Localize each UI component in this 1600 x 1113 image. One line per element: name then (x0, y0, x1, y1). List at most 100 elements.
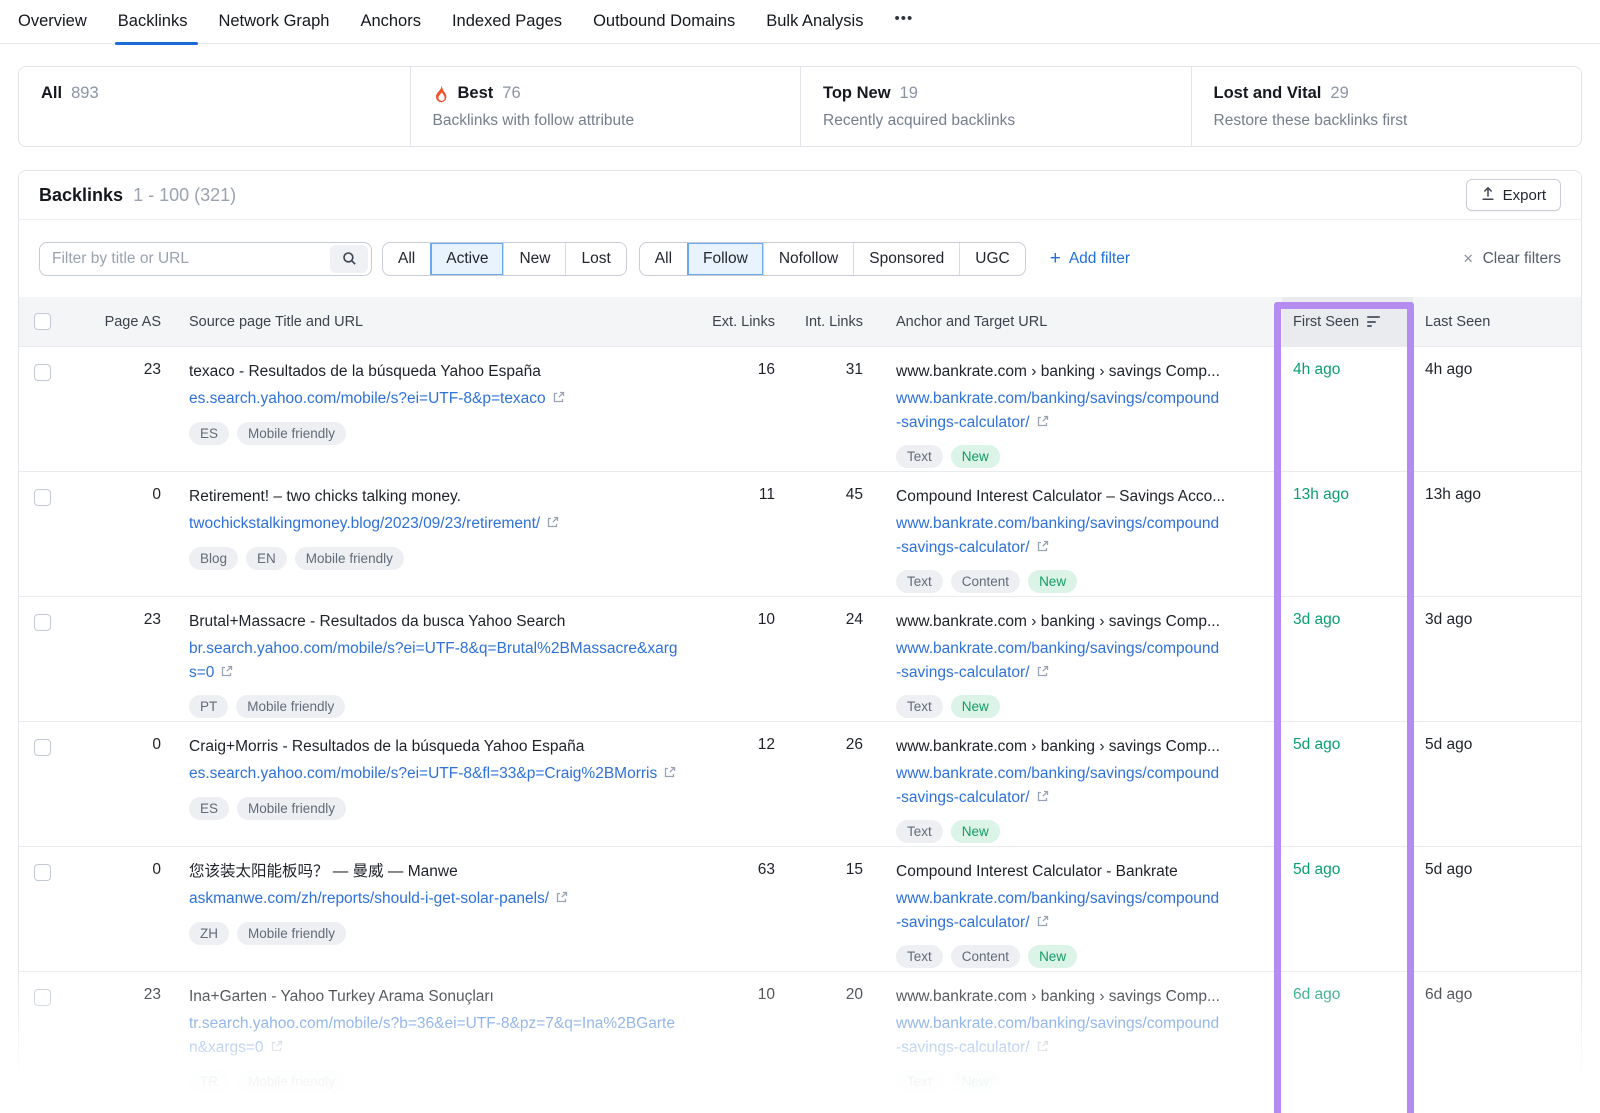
flame-icon (433, 85, 449, 103)
link-type-badge: Text (896, 570, 943, 593)
external-link-icon[interactable] (555, 888, 568, 911)
follow-filter-sponsored[interactable]: Sponsored (853, 243, 959, 275)
anchor-text: Compound Interest Calculator - Bankrate (896, 861, 1268, 883)
tab-indexed-pages[interactable]: Indexed Pages (452, 0, 562, 44)
mobile-friendly-badge: Mobile friendly (237, 922, 346, 945)
row-checkbox[interactable] (34, 364, 51, 381)
external-link-icon[interactable] (1036, 662, 1049, 685)
anchor-text: www.bankrate.com › banking › savings Com… (896, 736, 1268, 758)
panel-title: Backlinks (39, 185, 123, 206)
header-anchor-target: Anchor and Target URL (887, 297, 1282, 346)
tab-anchors[interactable]: Anchors (360, 0, 421, 44)
more-tabs-icon[interactable]: ••• (894, 10, 913, 33)
close-icon: ✕ (1463, 251, 1474, 267)
source-url-link[interactable]: es.search.yahoo.com/mobile/s?ei=UTF-8&fl… (189, 765, 657, 782)
external-link-icon[interactable] (220, 662, 233, 685)
last-seen-value: 5d ago (1413, 722, 1581, 846)
follow-filter-ugc[interactable]: UGC (959, 243, 1024, 275)
page-as-value: 0 (75, 722, 179, 846)
last-seen-value: 5d ago (1413, 847, 1581, 971)
source-url-link[interactable]: br.search.yahoo.com/mobile/s?ei=UTF-8&q=… (189, 640, 677, 680)
language-badge: ES (189, 797, 229, 820)
plus-icon: + (1050, 249, 1061, 268)
status-filter-new[interactable]: New (503, 243, 565, 275)
status-filter-active[interactable]: Active (430, 243, 503, 275)
external-link-icon[interactable] (552, 388, 565, 411)
target-url-link[interactable]: www.bankrate.com/banking/savings/compoun… (896, 1015, 1219, 1055)
card-top-new[interactable]: Top New 19 Recently acquired backlinks (800, 67, 1191, 146)
follow-filter-follow[interactable]: Follow (687, 243, 763, 275)
link-type-badge: Text (896, 820, 943, 843)
select-all-checkbox[interactable] (34, 313, 51, 330)
tab-network-graph[interactable]: Network Graph (218, 0, 329, 44)
external-link-icon[interactable] (546, 513, 559, 536)
table-row: 0 Retirement! – two chicks talking money… (19, 471, 1581, 596)
first-seen-value: 4h ago (1282, 347, 1413, 471)
row-checkbox[interactable] (34, 489, 51, 506)
mobile-friendly-badge: Mobile friendly (295, 547, 404, 570)
row-checkbox[interactable] (34, 989, 51, 1006)
card-lost-and-vital[interactable]: Lost and Vital 29 Restore these backlink… (1191, 67, 1582, 146)
source-url-link[interactable]: askmanwe.com/zh/reports/should-i-get-sol… (189, 890, 549, 907)
external-link-icon[interactable] (1036, 912, 1049, 935)
external-link-icon[interactable] (1036, 412, 1049, 435)
ext-links-value: 12 (699, 722, 799, 846)
source-url-link[interactable]: twochickstalkingmoney.blog/2023/09/23/re… (189, 515, 540, 532)
page-as-value: 0 (75, 847, 179, 971)
header-first-seen[interactable]: First Seen (1282, 297, 1413, 346)
anchor-text: Compound Interest Calculator – Savings A… (896, 486, 1268, 508)
search-input[interactable] (40, 250, 330, 268)
tab-backlinks[interactable]: Backlinks (118, 0, 188, 44)
card-best[interactable]: Best 76 Backlinks with follow attribute (410, 67, 801, 146)
table-row: 0 您该装太阳能板吗？ — 曼威 — Manwe askmanwe.com/zh… (19, 846, 1581, 971)
source-url-link[interactable]: es.search.yahoo.com/mobile/s?ei=UTF-8&p=… (189, 390, 546, 407)
new-badge: New (1028, 570, 1077, 593)
external-link-icon[interactable] (270, 1037, 283, 1060)
target-url-link[interactable]: www.bankrate.com/banking/savings/compoun… (896, 765, 1219, 805)
card-count: 893 (71, 84, 99, 103)
sort-descending-icon (1367, 316, 1380, 327)
source-url-link[interactable]: tr.search.yahoo.com/mobile/s?b=36&ei=UTF… (189, 1015, 675, 1055)
tab-bulk-analysis[interactable]: Bulk Analysis (766, 0, 863, 44)
row-checkbox[interactable] (34, 864, 51, 881)
source-page-title: 您该装太阳能板吗？ — 曼威 — Manwe (189, 861, 679, 883)
card-count: 76 (502, 84, 520, 103)
link-type-badge: Text (896, 1070, 943, 1093)
int-links-value: 26 (799, 722, 887, 846)
external-link-icon[interactable] (1036, 787, 1049, 810)
clear-filters-button[interactable]: ✕ Clear filters (1463, 250, 1561, 268)
language-badge: EN (246, 547, 287, 570)
row-checkbox[interactable] (34, 614, 51, 631)
status-filter-all[interactable]: All (383, 243, 430, 275)
card-title: Best (458, 84, 494, 103)
target-url-link[interactable]: www.bankrate.com/banking/savings/compoun… (896, 890, 1219, 930)
last-seen-value: 3d ago (1413, 597, 1581, 721)
follow-filter-all[interactable]: All (640, 243, 687, 275)
header-source: Source page Title and URL (179, 297, 699, 346)
target-url-link[interactable]: www.bankrate.com/banking/savings/compoun… (896, 515, 1219, 555)
language-badge: ES (189, 422, 229, 445)
source-page-title: Brutal+Massacre - Resultados da busca Ya… (189, 611, 679, 633)
external-link-icon[interactable] (663, 763, 676, 786)
add-filter-button[interactable]: + Add filter (1050, 249, 1130, 268)
page-as-value: 0 (75, 472, 179, 596)
status-filter-lost[interactable]: Lost (565, 243, 625, 275)
header-ext-links: Ext. Links (699, 297, 799, 346)
new-badge: New (951, 1070, 1000, 1093)
row-checkbox[interactable] (34, 739, 51, 756)
search-icon[interactable] (330, 245, 368, 273)
target-url-link[interactable]: www.bankrate.com/banking/savings/compoun… (896, 640, 1219, 680)
status-filter-group: All Active New Lost (382, 242, 627, 276)
target-url-link[interactable]: www.bankrate.com/banking/savings/compoun… (896, 390, 1219, 430)
tab-outbound-domains[interactable]: Outbound Domains (593, 0, 735, 44)
external-link-icon[interactable] (1036, 537, 1049, 560)
card-subtitle: Restore these backlinks first (1214, 112, 1560, 130)
external-link-icon[interactable] (1036, 1037, 1049, 1060)
tab-overview[interactable]: Overview (18, 0, 87, 44)
card-all[interactable]: All 893 (19, 67, 410, 146)
new-badge: New (951, 695, 1000, 718)
header-last-seen: Last Seen (1413, 297, 1581, 346)
anchor-text: www.bankrate.com › banking › savings Com… (896, 986, 1268, 1008)
export-button[interactable]: Export (1466, 179, 1561, 211)
follow-filter-nofollow[interactable]: Nofollow (763, 243, 853, 275)
